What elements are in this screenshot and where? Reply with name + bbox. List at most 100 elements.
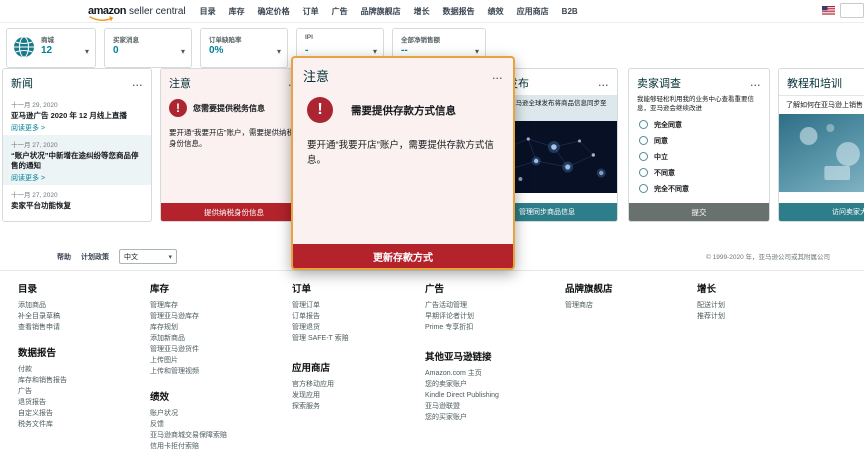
nav-item-b2b[interactable]: B2B (562, 7, 578, 16)
footer-link[interactable]: 管理订单 (292, 300, 420, 311)
filter-label: 买家消息 (113, 34, 139, 44)
footer-link[interactable]: Kindle Direct Publishing (425, 390, 553, 401)
footer-link[interactable]: 管理 SAFE-T 索赔 (292, 333, 420, 344)
footer-column-advertising: 广告 广告活动管理 早期评论者计划 Prime 专享折扣 其他亚马逊链接 Ama… (425, 281, 553, 435)
footer-link[interactable]: 您的买家账户 (425, 412, 553, 423)
chevron-down-icon[interactable]: ▾ (85, 47, 89, 56)
us-flag-icon[interactable] (822, 6, 835, 15)
modal-menu-icon[interactable]: ... (492, 74, 503, 78)
footer-link[interactable]: 早期评论者计划 (425, 311, 553, 322)
footer-link[interactable]: 反馈 (150, 419, 278, 430)
footer-link[interactable]: 库存规划 (150, 322, 278, 333)
radio-icon[interactable] (639, 152, 648, 161)
nav-item-performance[interactable]: 绩效 (488, 6, 504, 17)
footer-link[interactable]: 推荐计划 (697, 311, 825, 322)
footer-heading: 目录 (18, 281, 146, 295)
provide-tax-identity-button[interactable]: 提供纳税身份信息 (161, 203, 307, 221)
footer-link[interactable]: 补全目录草稿 (18, 311, 146, 322)
news-headline: “账户状况”中新增在途纠纷等您商品停售的通知 (11, 151, 143, 171)
chevron-down-icon[interactable]: ▾ (277, 47, 281, 56)
survey-option-strongly-disagree[interactable]: 完全不同意 (629, 181, 769, 197)
footer-link[interactable]: Amazon.com 主页 (425, 368, 553, 379)
filter-value: -- (401, 45, 408, 56)
read-more-link[interactable]: 阅读更多 > (11, 123, 143, 133)
footer-link[interactable]: 上传图片 (150, 355, 278, 366)
read-more-link[interactable]: 阅读更多 > (11, 173, 143, 183)
footer-link[interactable]: 退货报告 (18, 397, 146, 408)
footer-column-inventory: 库存 管理库存 管理亚马逊库存 库存规划 添加新商品 管理亚马逊货件 上传图片 … (150, 281, 278, 452)
footer-heading: 绩效 (150, 389, 278, 403)
footer-column-catalog: 目录 添加商品 补全目录草稿 查看销售申请 数据报告 付款 库存和销售报告 广告… (18, 281, 146, 442)
filter-value: 0 (113, 45, 119, 56)
footer-link[interactable]: 付款 (18, 364, 146, 375)
read-more-link[interactable]: 阅读更多 > (11, 220, 143, 223)
chevron-down-icon[interactable]: ▾ (475, 47, 479, 56)
radio-icon[interactable] (639, 120, 648, 129)
nav-item-pricing[interactable]: 确定价格 (258, 6, 290, 17)
marketplace-selector[interactable]: 商城 12 ▾ (6, 28, 96, 68)
nav-item-inventory[interactable]: 库存 (229, 6, 245, 17)
account-dropdown[interactable] (840, 3, 864, 18)
footer-link[interactable]: 亚马逊商城交易保障索赔 (150, 430, 278, 441)
footer-link[interactable]: 上传和管理视频 (150, 366, 278, 377)
seller-survey-card: 卖家调查 ... 我能够轻松利用我的业务中心查看重要信息，亚马逊会继续改进 完全… (628, 68, 770, 222)
footer-link[interactable]: 广告活动管理 (425, 300, 553, 311)
footer-link[interactable]: 管理退货 (292, 322, 420, 333)
nav-item-advertising[interactable]: 广告 (332, 6, 348, 17)
footer-link[interactable]: 账户状况 (150, 408, 278, 419)
update-deposit-method-button[interactable]: 更新存款方式 (293, 244, 513, 268)
footer-link[interactable]: 订单报告 (292, 311, 420, 322)
footer-link[interactable]: 发现应用 (292, 390, 420, 401)
amazon-seller-central-logo[interactable]: amazon seller central (88, 5, 186, 17)
order-defect-rate-widget[interactable]: 订单缺陷率 0% ▾ (200, 28, 288, 68)
footer-link[interactable]: 您的卖家账户 (425, 379, 553, 390)
footer-link[interactable]: 信用卡拒付索赔 (150, 441, 278, 452)
amazon-smile-icon (89, 16, 115, 22)
language-select[interactable]: 中文 ▾ (119, 249, 177, 264)
nav-item-stores[interactable]: 品牌旗舰店 (361, 6, 401, 17)
footer-link[interactable]: 库存和销售报告 (18, 375, 146, 386)
nav-item-growth[interactable]: 增长 (414, 6, 430, 17)
card-menu-icon[interactable]: ... (750, 81, 761, 85)
news-date: 十一月 27, 2020 (11, 189, 143, 199)
footer-link[interactable]: 管理亚马逊库存 (150, 311, 278, 322)
footer-link[interactable]: Prime 专享折扣 (425, 322, 553, 333)
survey-option-neutral[interactable]: 中立 (629, 149, 769, 165)
buyer-messages-widget[interactable]: 买家消息 0 ▾ (104, 28, 192, 68)
training-body: 了解如何在亚马逊上销售 (779, 95, 864, 114)
footer-heading: 其他亚马逊链接 (425, 349, 553, 363)
survey-option-strongly-agree[interactable]: 完全同意 (629, 117, 769, 133)
visit-seller-university-button[interactable]: 访问卖家大学 (779, 203, 864, 221)
help-link[interactable]: 帮助 (57, 252, 71, 262)
card-menu-icon[interactable]: ... (598, 81, 609, 85)
footer-link[interactable]: 亚马逊联盟 (425, 401, 553, 412)
footer-link[interactable]: 官方移动应用 (292, 379, 420, 390)
card-menu-icon[interactable]: ... (132, 81, 143, 85)
footer-link[interactable]: 探索服务 (292, 401, 420, 412)
footer-link[interactable]: 添加商品 (18, 300, 146, 311)
radio-icon[interactable] (639, 168, 648, 177)
footer-link[interactable]: 管理库存 (150, 300, 278, 311)
survey-option-agree[interactable]: 同意 (629, 133, 769, 149)
radio-icon[interactable] (639, 136, 648, 145)
footer-link[interactable]: 广告 (18, 386, 146, 397)
program-policies-link[interactable]: 计划政策 (81, 252, 109, 262)
footer-link[interactable]: 管理亚马逊货件 (150, 344, 278, 355)
footer-link[interactable]: 自定义报告 (18, 408, 146, 419)
nav-item-appstore[interactable]: 应用商店 (517, 6, 549, 17)
survey-option-disagree[interactable]: 不同意 (629, 165, 769, 181)
footer-link[interactable]: 管理商店 (565, 300, 693, 311)
survey-submit-button[interactable]: 提交 (629, 203, 769, 221)
nav-item-reports[interactable]: 数据报告 (443, 6, 475, 17)
filter-value: 12 (41, 45, 52, 56)
news-card-title: 新闻 (11, 75, 33, 91)
footer-link[interactable]: 配送计划 (697, 300, 825, 311)
footer-link[interactable]: 添加新商品 (150, 333, 278, 344)
chevron-down-icon[interactable]: ▾ (373, 47, 377, 56)
chevron-down-icon[interactable]: ▾ (181, 47, 185, 56)
radio-icon[interactable] (639, 184, 648, 193)
footer-link[interactable]: 税务文件库 (18, 419, 146, 430)
nav-item-orders[interactable]: 订单 (303, 6, 319, 17)
nav-item-catalog[interactable]: 目录 (200, 6, 216, 17)
footer-link[interactable]: 查看销售申请 (18, 322, 146, 333)
